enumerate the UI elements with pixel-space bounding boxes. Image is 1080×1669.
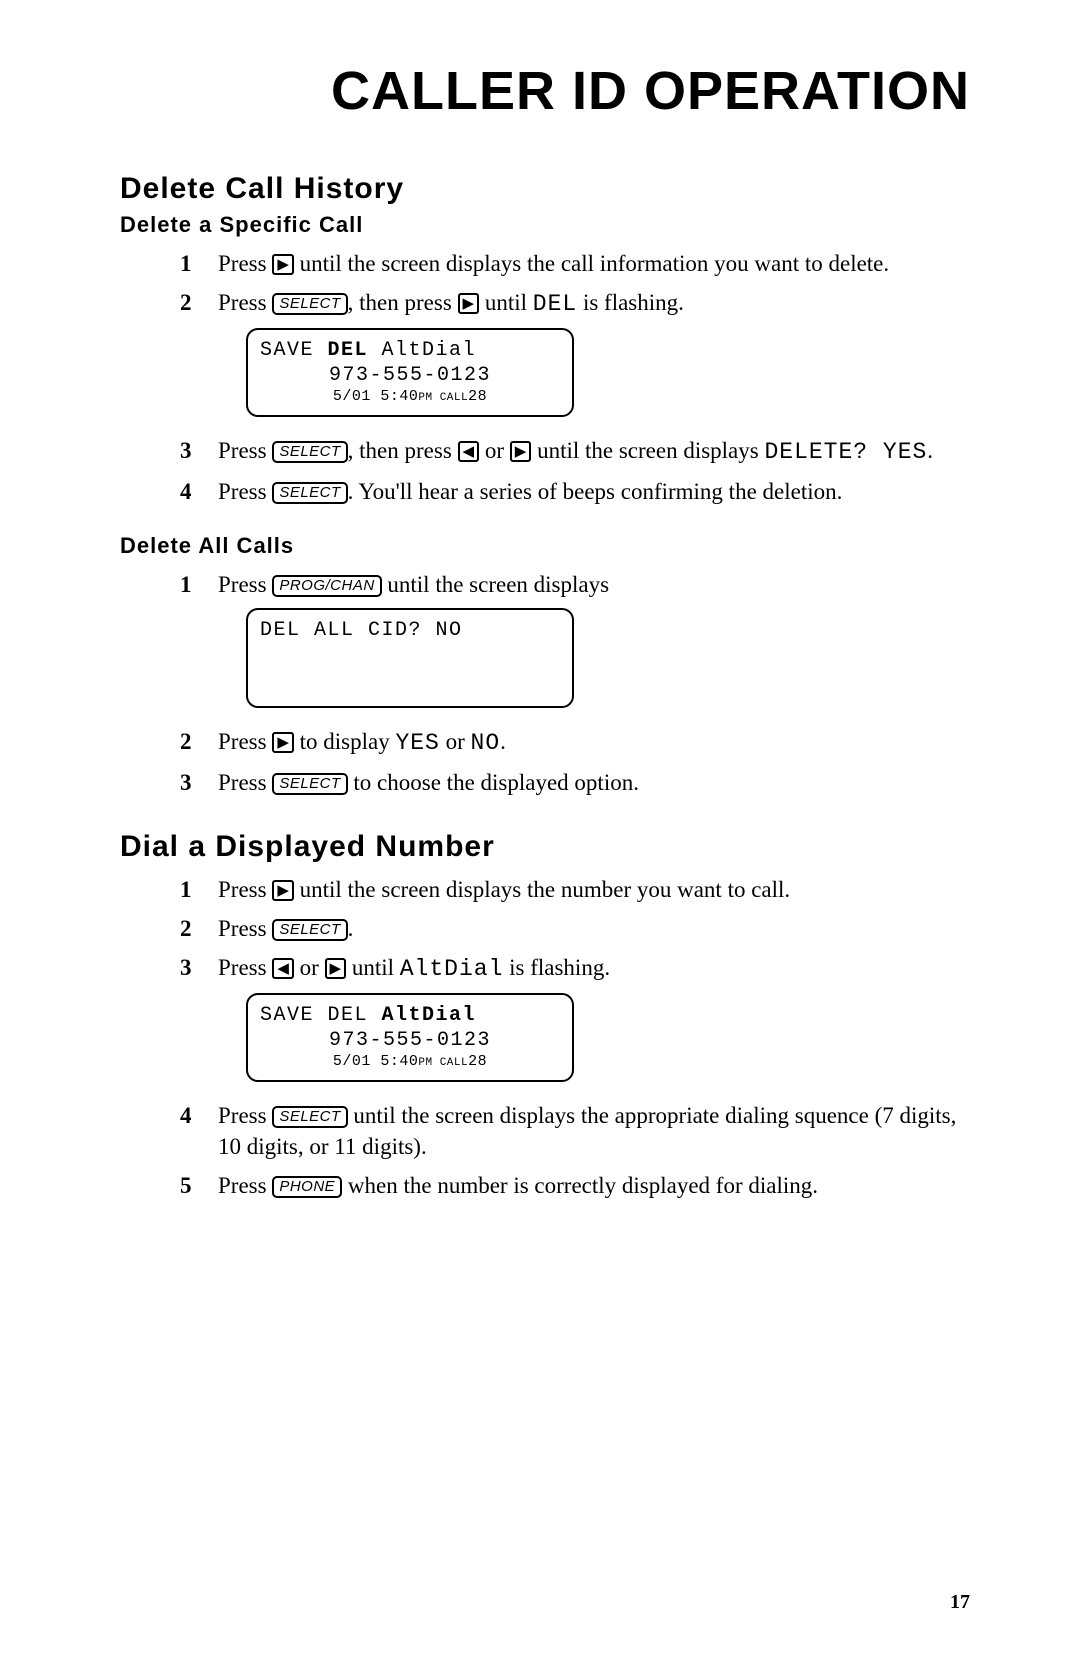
steps-delete-specific: 1 Press ▶ until the screen displays the …: [120, 244, 970, 511]
select-button-icon: SELECT: [272, 293, 347, 315]
lcd-display: SAVE DEL AltDial 973-555-0123 5/01 5:40P…: [246, 993, 574, 1082]
select-button-icon: SELECT: [272, 919, 347, 941]
step: 3 Press SELECT, then press ◀ or ▶ until …: [190, 431, 970, 472]
right-arrow-icon: ▶: [272, 880, 294, 901]
steps-dial: 1 Press ▶ until the screen displays the …: [120, 870, 970, 1205]
step: 3 Press SELECT to choose the displayed o…: [190, 763, 970, 802]
right-arrow-icon: ▶: [458, 293, 480, 314]
steps-delete-all: 1 Press PROG/CHAN until the screen displ…: [120, 565, 970, 802]
step: 2 Press ▶ to display YES or NO.: [190, 722, 970, 763]
left-arrow-icon: ◀: [458, 441, 480, 462]
right-arrow-icon: ▶: [325, 958, 347, 979]
page-title: CALLER ID OPERATION: [120, 60, 970, 122]
progchan-button-icon: PROG/CHAN: [272, 575, 381, 597]
step: 5 Press PHONE when the number is correct…: [190, 1166, 970, 1205]
heading-delete-history: Delete Call History: [120, 172, 970, 206]
right-arrow-icon: ▶: [272, 254, 294, 275]
right-arrow-icon: ▶: [510, 441, 532, 462]
heading-delete-all: Delete All Calls: [120, 533, 970, 559]
step: 2 Press SELECT, then press ▶ until DEL i…: [190, 283, 970, 431]
select-button-icon: SELECT: [272, 482, 347, 504]
manual-page: CALLER ID OPERATION Delete Call History …: [0, 0, 1080, 1669]
step: 2 Press SELECT.: [190, 909, 970, 948]
step: 1 Press PROG/CHAN until the screen displ…: [190, 565, 970, 722]
right-arrow-icon: ▶: [272, 732, 294, 753]
step: 1 Press ▶ until the screen displays the …: [190, 244, 970, 283]
step: 1 Press ▶ until the screen displays the …: [190, 870, 970, 909]
lcd-display: SAVE DEL AltDial 973-555-0123 5/01 5:40P…: [246, 328, 574, 417]
page-number: 17: [950, 1591, 970, 1614]
heading-delete-specific: Delete a Specific Call: [120, 212, 970, 238]
step: 4 Press SELECT until the screen displays…: [190, 1096, 970, 1166]
step: 4 Press SELECT. You'll hear a series of …: [190, 472, 970, 511]
step: 3 Press ◀ or ▶ until AltDial is flashing…: [190, 948, 970, 1096]
select-button-icon: SELECT: [272, 441, 347, 463]
lcd-display: DEL ALL CID? NO: [246, 608, 574, 708]
select-button-icon: SELECT: [272, 773, 347, 795]
left-arrow-icon: ◀: [272, 958, 294, 979]
heading-dial-number: Dial a Displayed Number: [120, 830, 970, 864]
phone-button-icon: PHONE: [272, 1176, 342, 1198]
select-button-icon: SELECT: [272, 1106, 347, 1128]
